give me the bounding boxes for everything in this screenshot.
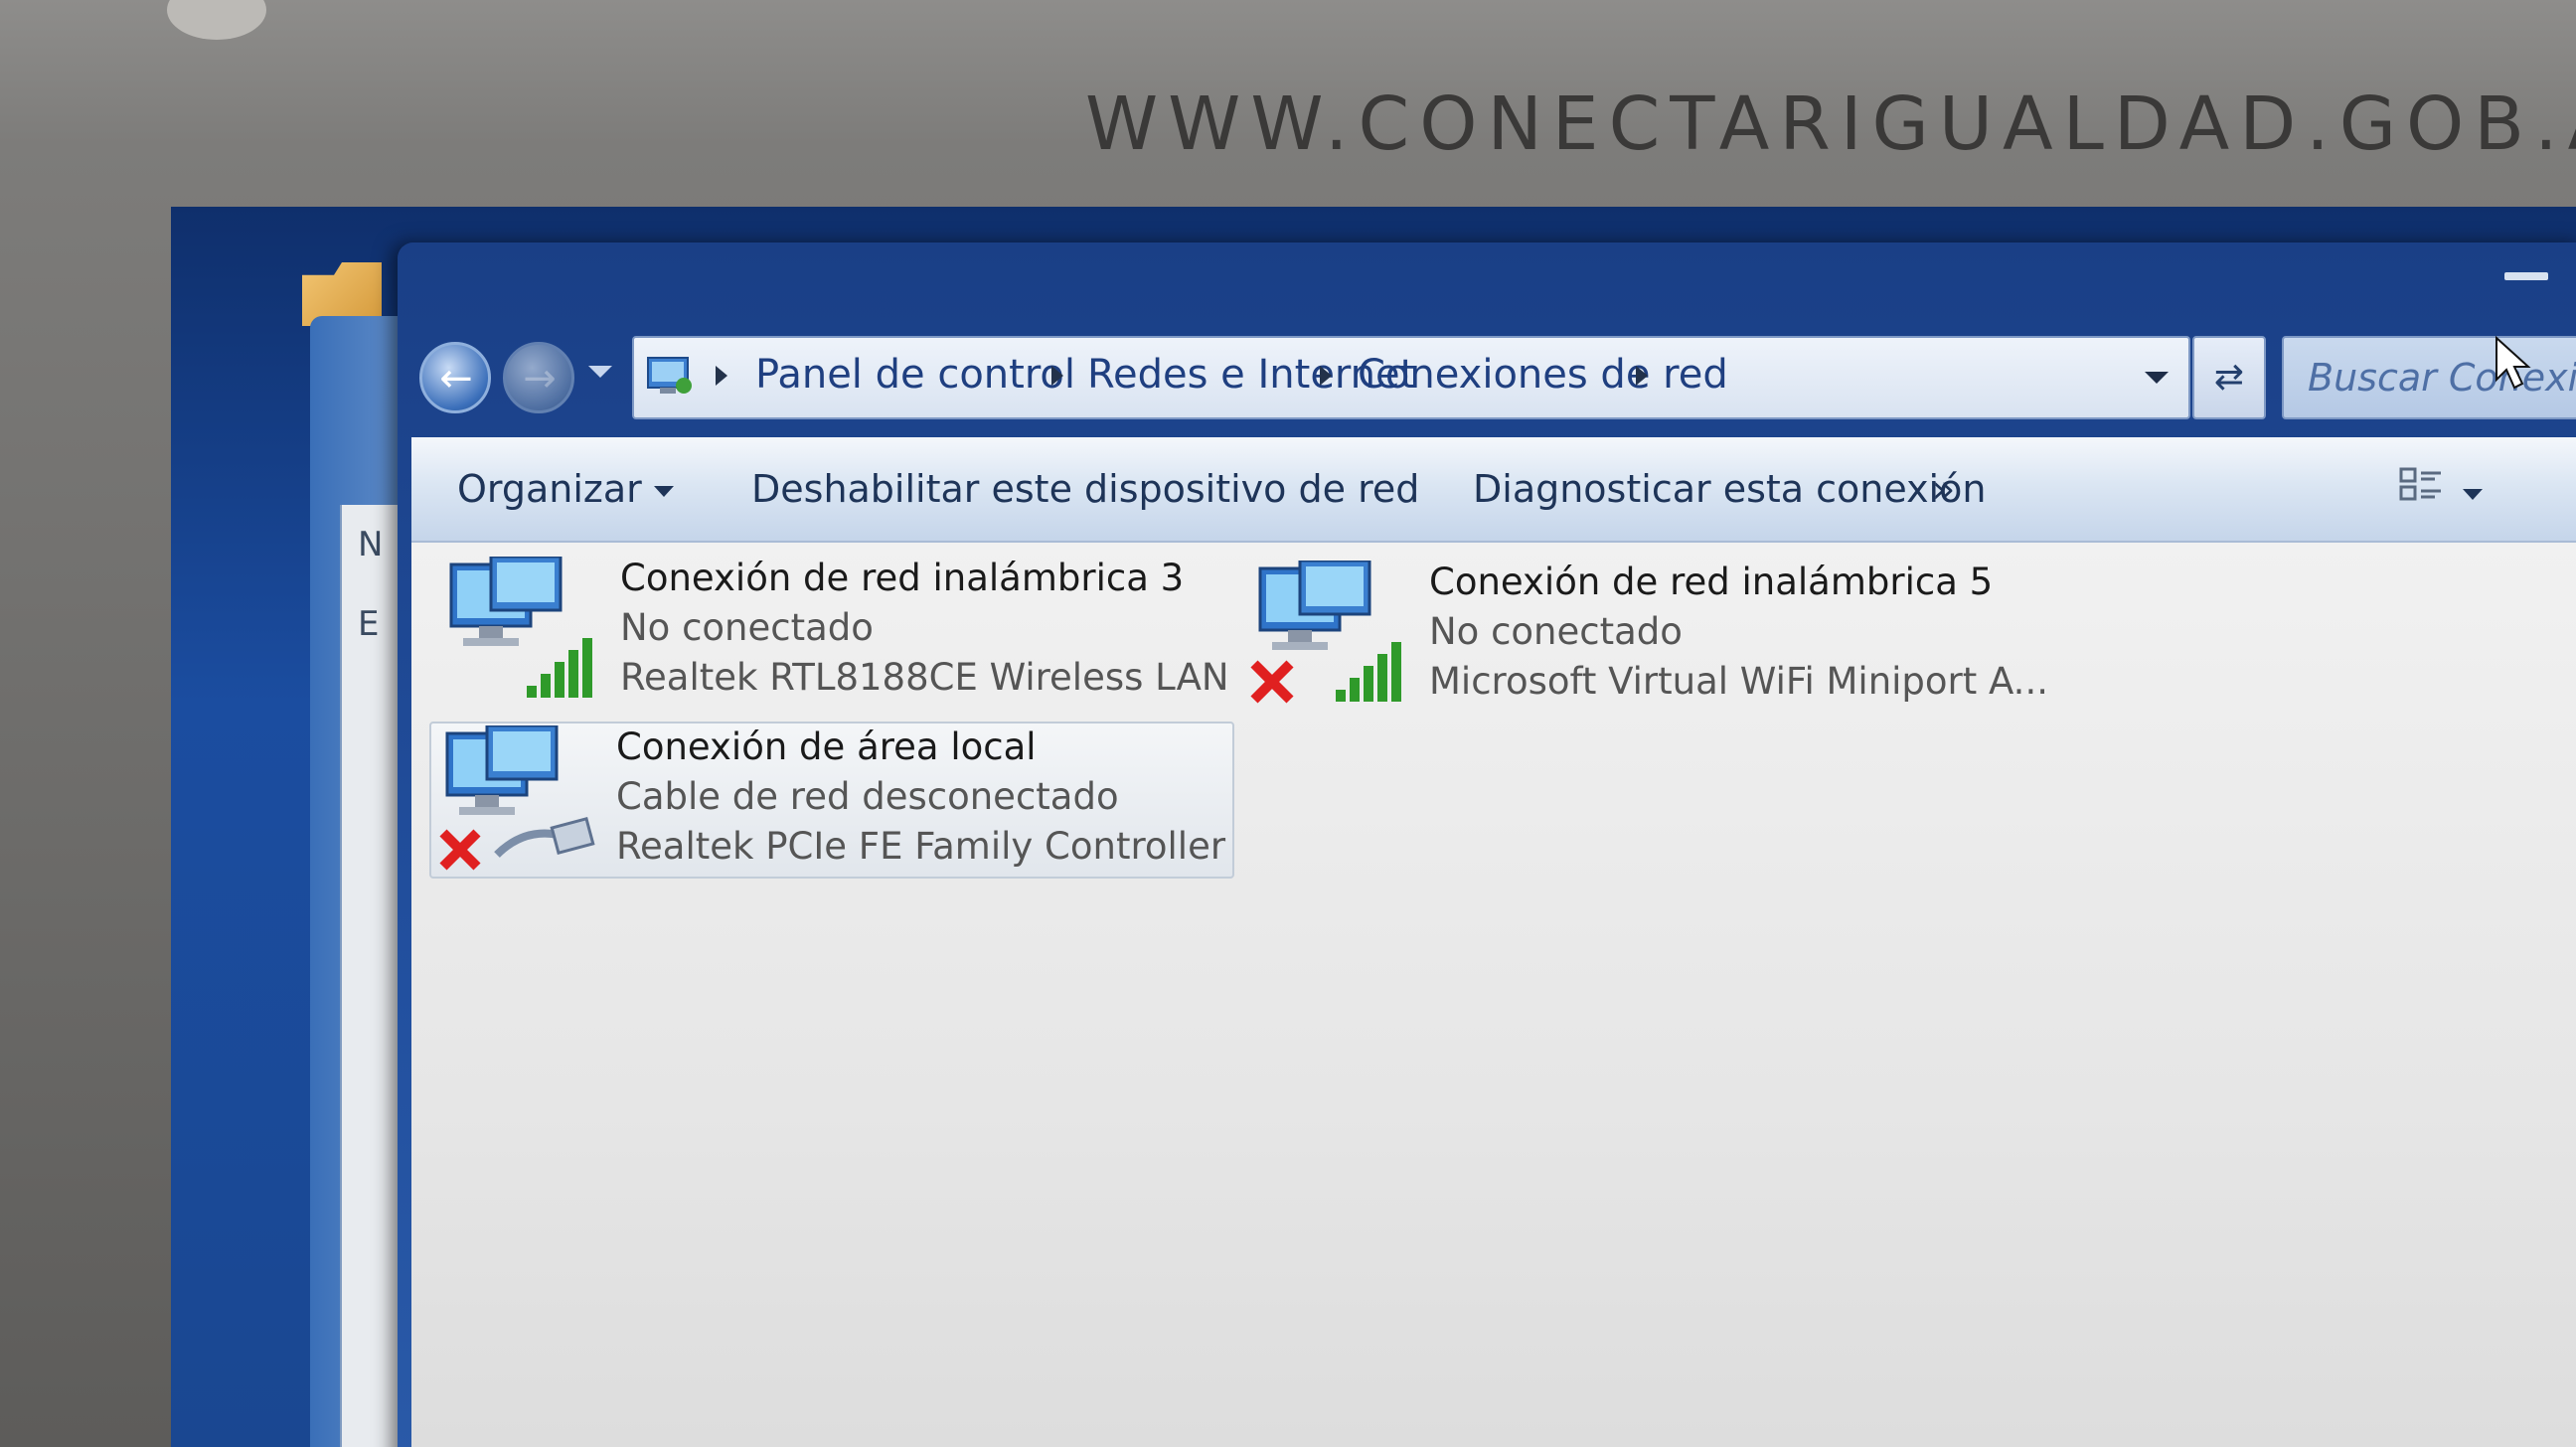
forward-arrow-icon: → [523,356,557,402]
connection-status: No conectado [620,606,874,649]
connection-status: Cable de red desconectado [616,775,1119,818]
connection-name: Conexión de área local [616,725,1037,768]
connection-item-wireless-3[interactable]: Conexión de red inalámbrica 3 No conecta… [435,555,1240,712]
breadcrumb-separator-icon [716,366,727,386]
connection-details: Conexión de red inalámbrica 5 No conecta… [1429,559,2045,708]
breadcrumb-conexiones-de-red[interactable]: Conexiones de red [1358,352,1728,398]
connection-item-wireless-5[interactable]: Conexión de red inalámbrica 5 No conecta… [1244,559,2049,716]
back-arrow-icon: ← [439,356,473,402]
explorer-window: ← → Panel de control Redes e Internet Co… [398,242,2576,1447]
breadcrumb-panel-de-control[interactable]: Panel de control [755,352,1075,398]
bezel-url-text: WWW.CONECTARIGUALDAD.GOB.AR [1085,81,2576,167]
connection-name: Conexión de red inalámbrica 5 [1429,561,1994,603]
breadcrumb-separator-icon [1051,366,1063,386]
breadcrumb-separator-icon [1320,366,1332,386]
diagnose-connection-button[interactable]: Diagnosticar esta conexión [1473,467,1986,511]
view-dropdown-icon[interactable] [2463,489,2483,500]
network-computer-icon [449,557,592,698]
network-computer-icon [1250,561,1401,704]
background-window-text-n: N [358,525,384,564]
connection-adapter: Microsoft Virtual WiFi Miniport A... [1429,660,2045,703]
more-commands-button[interactable]: » [1932,467,1955,511]
connection-details: Conexión de red inalámbrica 3 No conecta… [620,555,1236,704]
connection-status: No conectado [1429,610,1683,653]
chevron-down-icon [653,486,674,497]
command-bar: Organizar Deshabilitar este dispositivo … [411,437,2576,543]
connection-adapter: Realtek PCIe FE Family Controller [616,825,1226,868]
refresh-button[interactable]: ⇄ [2192,336,2266,419]
history-dropdown-icon[interactable] [588,366,612,378]
connection-name: Conexión de red inalámbrica 3 [620,557,1185,599]
signal-bars-icon [1336,642,1401,702]
background-window-text-e: E [358,604,380,644]
refresh-icon: ⇄ [2213,357,2245,398]
back-button[interactable]: ← [419,342,491,413]
mouse-cursor-icon [2496,336,2531,390]
connection-adapter: Realtek RTL8188CE Wireless LAN ... [620,656,1236,699]
connection-item-local-area[interactable]: Conexión de área local Cable de red desc… [429,722,1234,879]
breadcrumb-separator-icon [1636,366,1648,386]
forward-button[interactable]: → [503,342,574,413]
address-bar[interactable]: Panel de control Redes e Internet Conexi… [632,336,2190,419]
red-x-icon [439,829,481,871]
disable-device-button[interactable]: Deshabilitar este dispositivo de red [751,467,1419,511]
address-dropdown-icon[interactable] [2145,372,2169,384]
signal-bars-icon [527,638,592,698]
laptop-screen: N E ← → Panel de control Redes e Interne… [171,207,2576,1447]
organize-menu-button[interactable]: Organizar [457,467,674,511]
control-panel-icon [647,357,692,394]
minimize-button[interactable] [2504,272,2548,280]
organize-label: Organizar [457,467,642,511]
connections-list: Conexión de red inalámbrica 3 No conecta… [411,543,2576,1447]
red-x-icon [1250,660,1294,704]
network-computer-icon [439,725,595,871]
view-options-icon[interactable] [2399,465,2443,513]
connection-details: Conexión de área local Cable de red desc… [616,724,1232,873]
navigation-bar: ← → Panel de control Redes e Internet Co… [398,332,2576,427]
ethernet-cable-icon [494,816,595,858]
